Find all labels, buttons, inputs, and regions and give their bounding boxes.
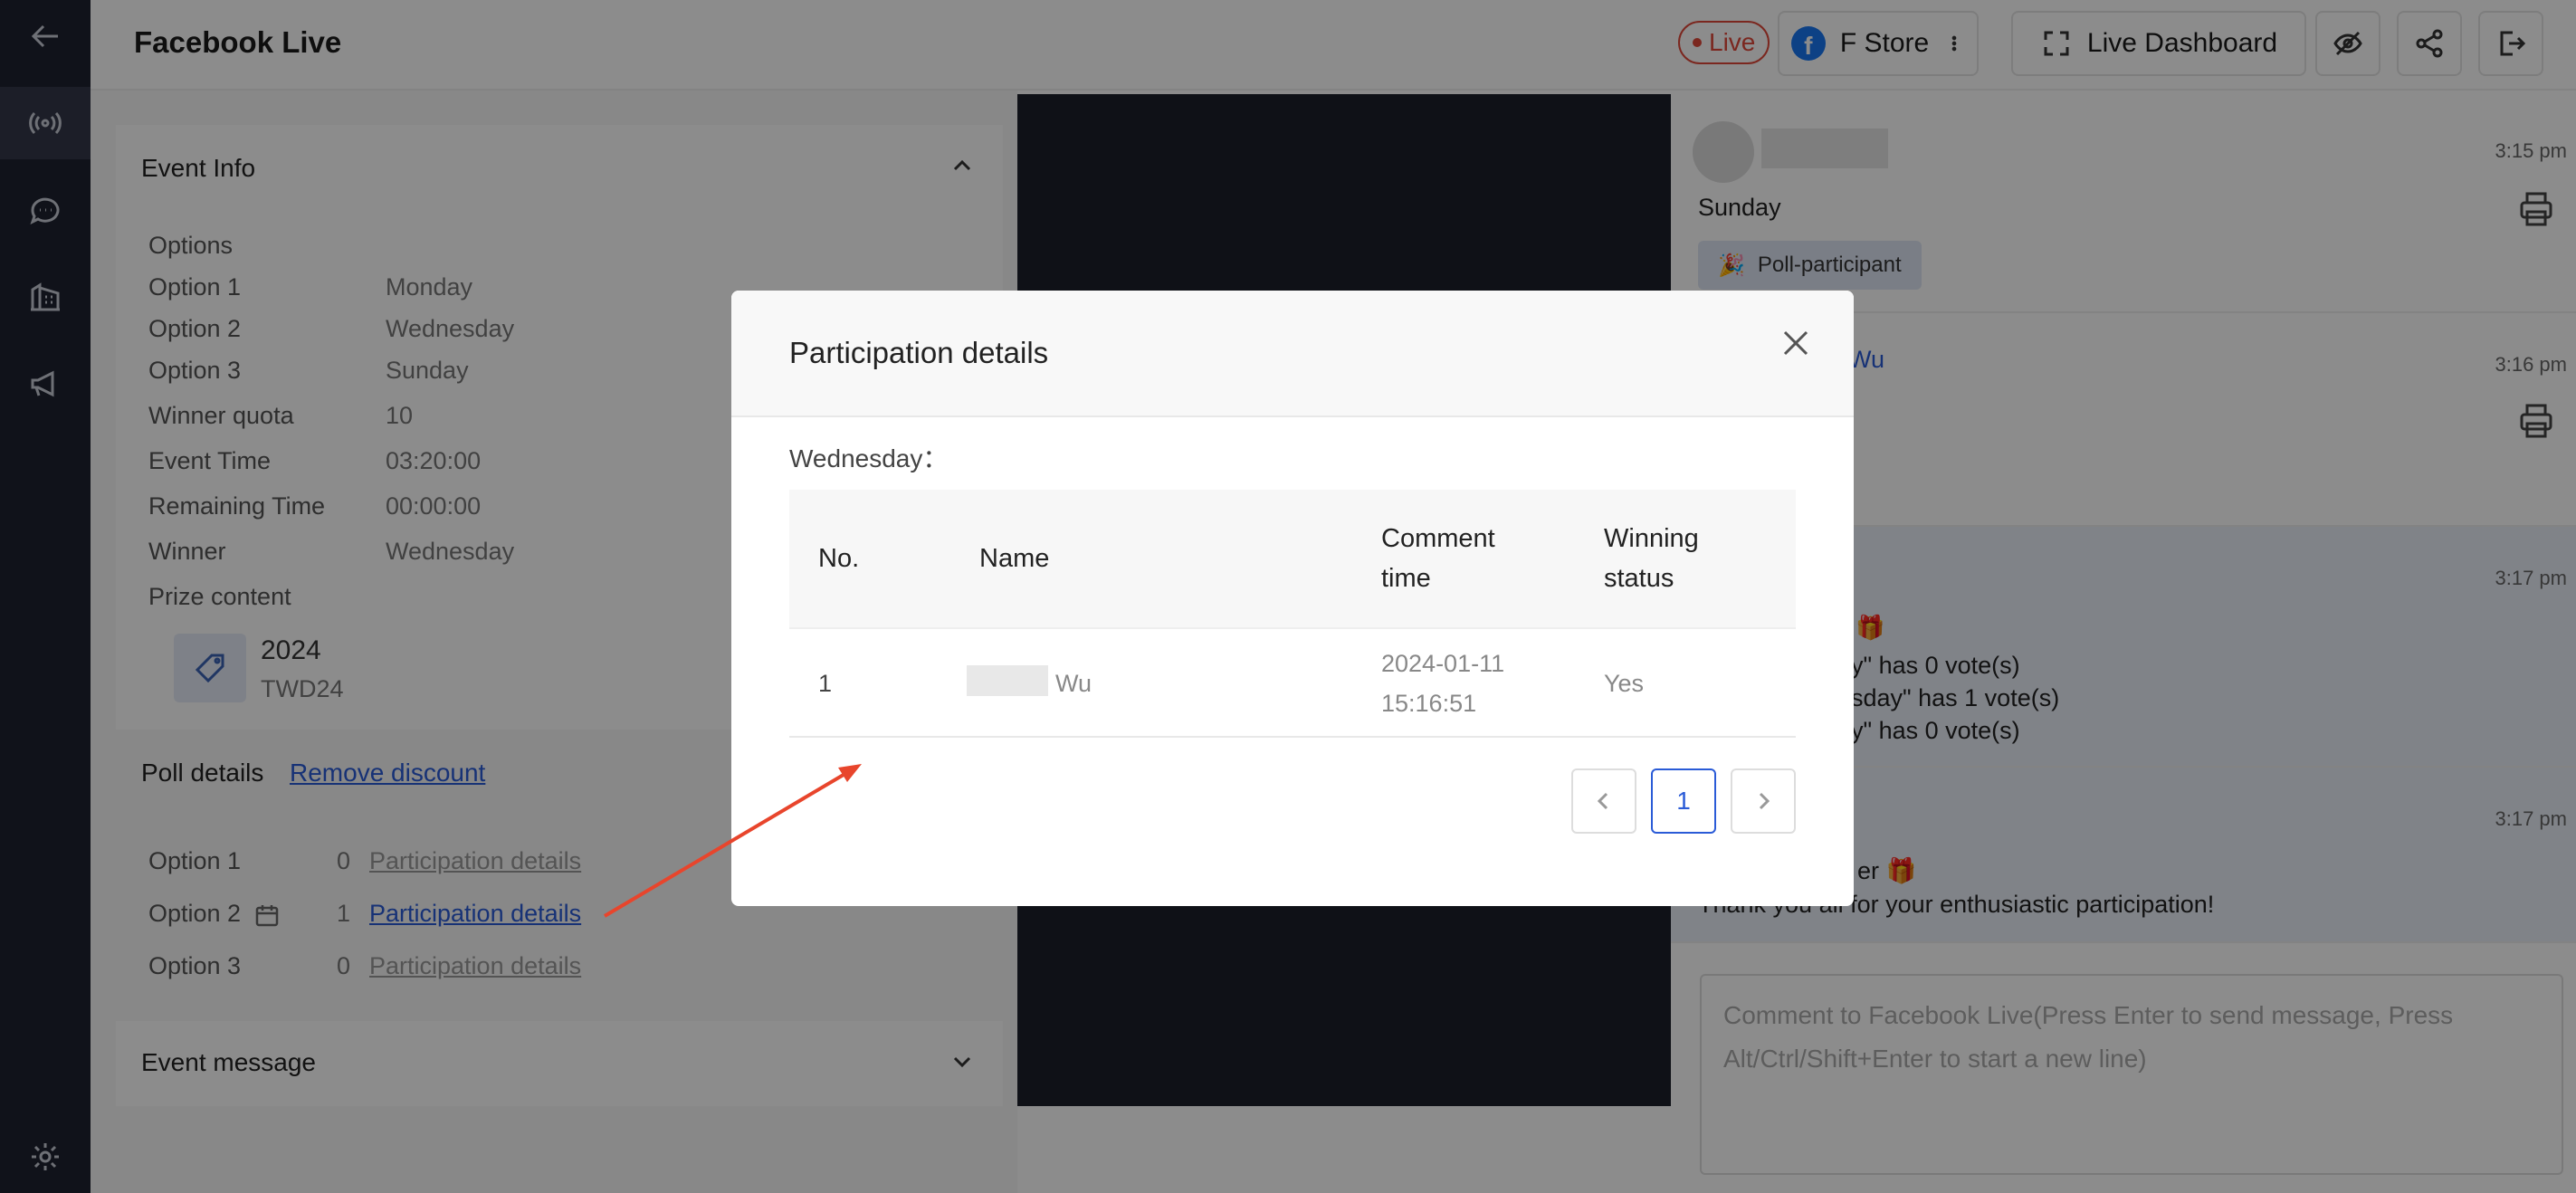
col-no: No. bbox=[818, 544, 860, 573]
chevron-left-icon bbox=[1597, 792, 1608, 810]
cell-time: 15:16:51 bbox=[1381, 690, 1477, 717]
cell-no: 1 bbox=[818, 670, 833, 697]
modal-header: Participation details bbox=[731, 291, 1854, 417]
col-comment-time-2: time bbox=[1381, 564, 1431, 593]
col-winning-1: Winning bbox=[1604, 524, 1699, 553]
col-comment-time-1: Comment bbox=[1381, 524, 1495, 553]
table-header: No. Name Comment time Winning status bbox=[789, 490, 1796, 629]
page-1-button[interactable]: 1 bbox=[1651, 768, 1716, 834]
close-icon bbox=[1783, 330, 1808, 356]
cell-status: Yes bbox=[1604, 670, 1645, 697]
table-row: 1 Wu 2024-01-11 15:16:51 Yes bbox=[789, 629, 1796, 738]
next-page-button[interactable] bbox=[1731, 768, 1796, 834]
col-name: Name bbox=[979, 544, 1050, 573]
cell-name: Wu bbox=[1055, 670, 1092, 697]
modal-title: Participation details bbox=[789, 336, 1049, 369]
chevron-right-icon bbox=[1759, 792, 1770, 810]
cell-date: 2024-01-11 bbox=[1381, 650, 1505, 677]
close-button[interactable] bbox=[1776, 323, 1816, 363]
col-winning-2: status bbox=[1604, 564, 1674, 593]
redacted-name bbox=[967, 665, 1048, 696]
participation-details-modal: Participation details Wednesday： No. Nam… bbox=[731, 291, 1854, 906]
prev-page-button[interactable] bbox=[1571, 768, 1636, 834]
option-label: Wednesday： bbox=[789, 444, 949, 472]
